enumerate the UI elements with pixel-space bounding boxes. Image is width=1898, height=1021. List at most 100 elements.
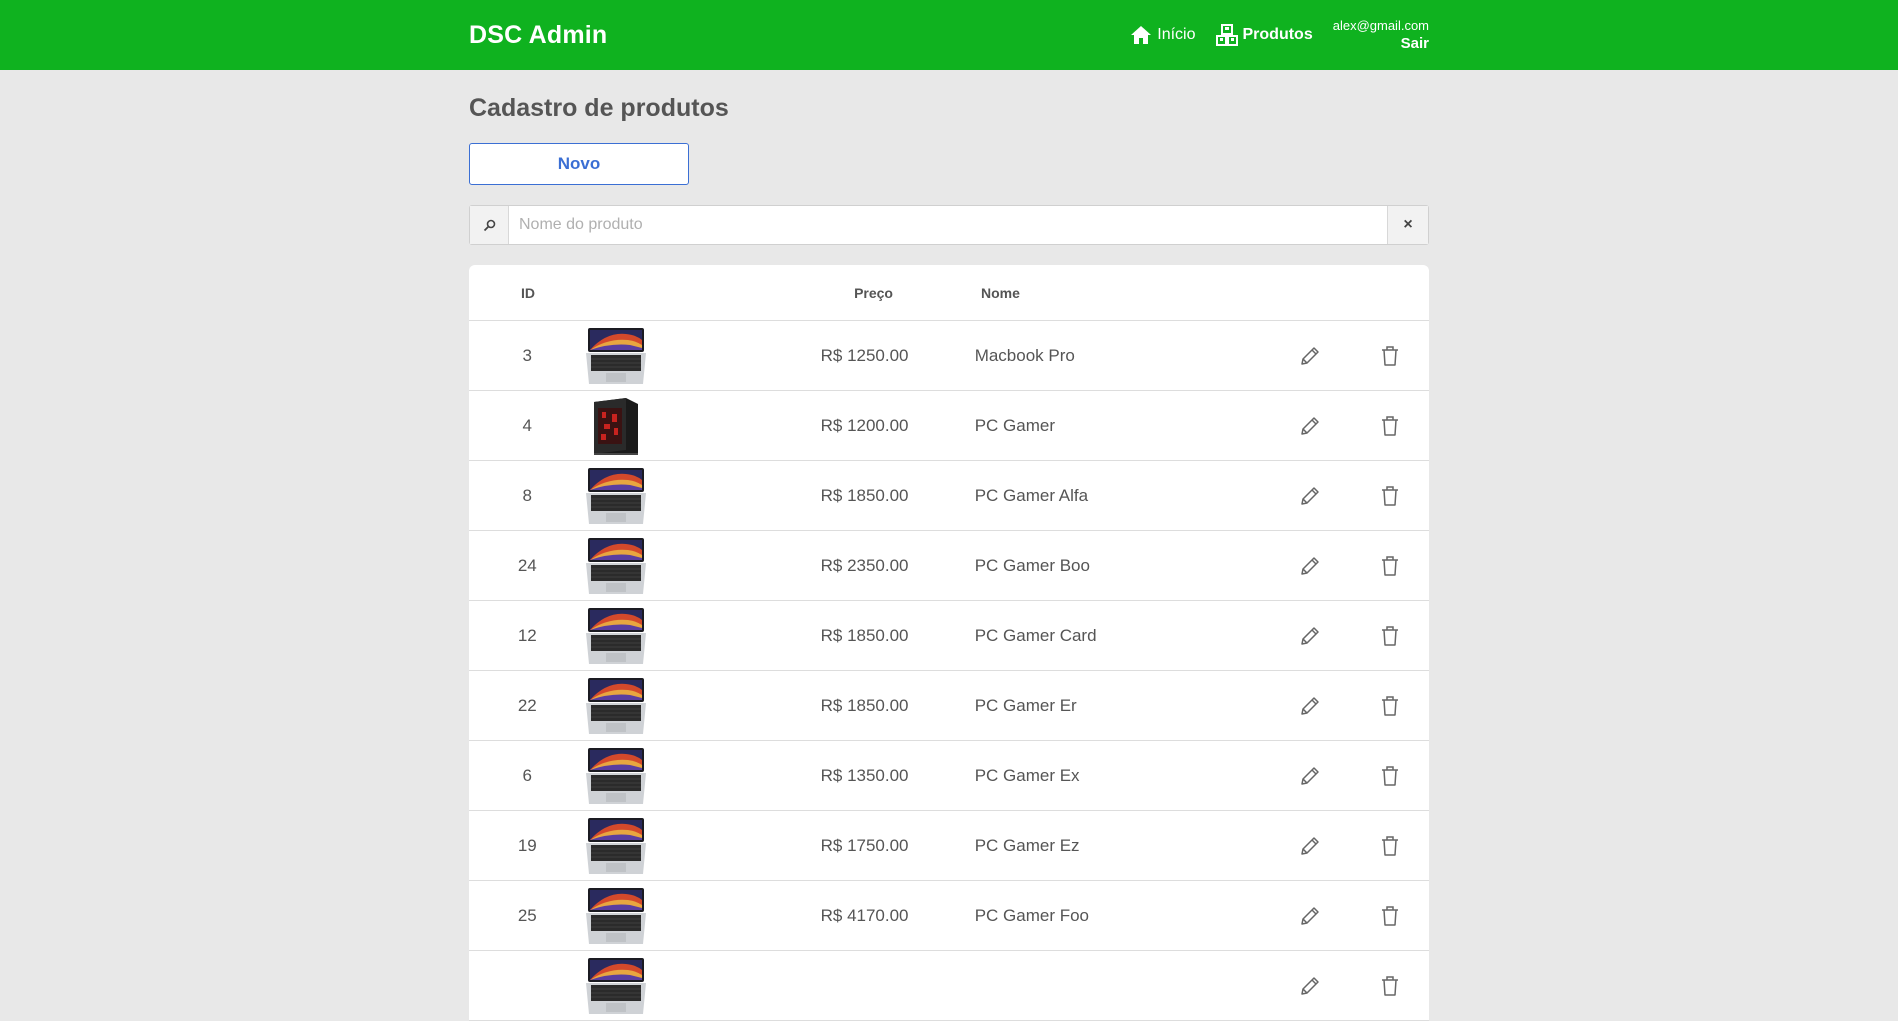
delete-button[interactable] (1350, 905, 1429, 927)
delete-button[interactable] (1350, 695, 1429, 717)
product-image (585, 886, 695, 946)
page-title: Cadastro de produtos (469, 94, 729, 122)
product-id: 12 (517, 625, 537, 645)
header-id: ID (521, 284, 535, 301)
laptop-image (585, 817, 646, 874)
laptop-image (585, 607, 646, 664)
edit-button[interactable] (1271, 345, 1350, 367)
pencil-icon (1301, 556, 1320, 575)
edit-button[interactable] (1271, 695, 1350, 717)
table-row: 22 R$ 1850.00 PC Gamer Er (469, 671, 1429, 741)
nav-link-home[interactable]: Início (1130, 25, 1196, 45)
product-id: 4 (522, 415, 532, 435)
logout-link[interactable]: Sair (1333, 35, 1429, 53)
edit-button[interactable] (1271, 905, 1350, 927)
edit-button[interactable] (1271, 555, 1350, 577)
edit-button[interactable] (1271, 625, 1350, 647)
products-icon (1215, 24, 1238, 46)
product-image (585, 606, 695, 666)
trash-icon (1381, 695, 1398, 716)
product-id: 6 (522, 765, 532, 785)
table-row: 25 R$ 4170.00 PC Gamer Foo (469, 881, 1429, 951)
search-input[interactable] (509, 206, 1387, 244)
delete-button[interactable] (1350, 625, 1429, 647)
pencil-icon (1301, 416, 1320, 435)
product-id: 8 (522, 485, 532, 505)
brand-logo[interactable]: DSC Admin (469, 21, 607, 50)
edit-button[interactable] (1271, 835, 1350, 857)
product-id: 3 (522, 345, 532, 365)
product-id: 24 (517, 555, 537, 575)
delete-button[interactable] (1350, 345, 1429, 367)
product-image (586, 396, 695, 456)
header-price: Preço (854, 284, 893, 301)
delete-button[interactable] (1350, 555, 1429, 577)
product-id: 19 (517, 835, 537, 855)
edit-button[interactable] (1271, 415, 1350, 437)
trash-icon (1381, 765, 1398, 786)
user-box: alex@gmail.com Sair (1333, 17, 1429, 53)
product-price: R$ 1350.00 (820, 765, 909, 785)
delete-button[interactable] (1350, 485, 1429, 507)
header-name: Nome (981, 284, 1020, 301)
table-row: 12 R$ 1850.00 PC Gamer Card (469, 601, 1429, 671)
product-image (585, 536, 695, 596)
delete-button[interactable] (1350, 765, 1429, 787)
laptop-image (585, 677, 646, 734)
pencil-icon (1301, 906, 1320, 925)
pencil-icon (1301, 696, 1320, 715)
product-price: R$ 1750.00 (820, 835, 909, 855)
table-row: 8 R$ 1850.00 PC Gamer Alfa (469, 461, 1429, 531)
product-name: PC Gamer Alfa (974, 485, 1089, 505)
product-name: PC Gamer Er (974, 695, 1077, 715)
product-name: PC Gamer Ez (974, 835, 1080, 855)
user-email: alex@gmail.com (1332, 18, 1429, 33)
trash-icon (1381, 485, 1398, 506)
delete-button[interactable] (1350, 835, 1429, 857)
edit-button[interactable] (1271, 975, 1350, 997)
delete-button[interactable] (1350, 415, 1429, 437)
laptop-image (585, 957, 646, 1014)
new-product-button[interactable]: Novo (469, 143, 689, 185)
home-icon (1131, 26, 1152, 44)
product-name: PC Gamer Ex (974, 765, 1080, 785)
delete-button[interactable] (1350, 975, 1429, 997)
product-image (585, 676, 695, 736)
top-navbar: DSC Admin Início Produtos alex@gmail.com… (0, 0, 1898, 70)
table-body: 3 R$ 1250.00 Macbook Pro 4 R$ 1200.00 PC… (469, 321, 1429, 1021)
pencil-icon (1301, 486, 1320, 505)
product-image (585, 466, 695, 526)
trash-icon (1381, 975, 1398, 996)
laptop-image (585, 467, 646, 524)
pencil-icon (1301, 346, 1320, 365)
product-image (585, 956, 695, 1016)
product-image (585, 816, 695, 876)
product-name: PC Gamer (974, 415, 1055, 435)
navbar-right: Início Produtos alex@gmail.com Sair (1110, 17, 1429, 53)
product-id: 25 (517, 905, 537, 925)
search-bar: × (469, 205, 1429, 245)
table-header: ID Preço Nome (469, 265, 1429, 321)
table-row: 24 R$ 2350.00 PC Gamer Boo (469, 531, 1429, 601)
pencil-icon (1301, 766, 1320, 785)
product-price: R$ 1850.00 (820, 695, 909, 715)
product-price: R$ 1850.00 (820, 485, 909, 505)
product-image (585, 746, 695, 806)
products-table: ID Preço Nome 3 R$ 1250.00 Macbook Pro 4… (469, 265, 1429, 1021)
nav-link-products[interactable]: Produtos (1215, 24, 1313, 46)
trash-icon (1381, 905, 1398, 926)
laptop-image (585, 887, 646, 944)
product-id: 22 (517, 695, 537, 715)
edit-button[interactable] (1271, 765, 1350, 787)
trash-icon (1381, 835, 1398, 856)
laptop-image (585, 747, 646, 804)
edit-button[interactable] (1271, 485, 1350, 507)
product-price: R$ 2350.00 (820, 555, 909, 575)
pc-tower-image (593, 397, 638, 455)
clear-search-button[interactable]: × (1387, 206, 1428, 244)
search-icon-box (470, 206, 509, 244)
nav-link-products-label: Produtos (1242, 26, 1313, 43)
product-price: R$ 1850.00 (820, 625, 909, 645)
trash-icon (1381, 625, 1398, 646)
product-name: PC Gamer Boo (974, 555, 1090, 575)
